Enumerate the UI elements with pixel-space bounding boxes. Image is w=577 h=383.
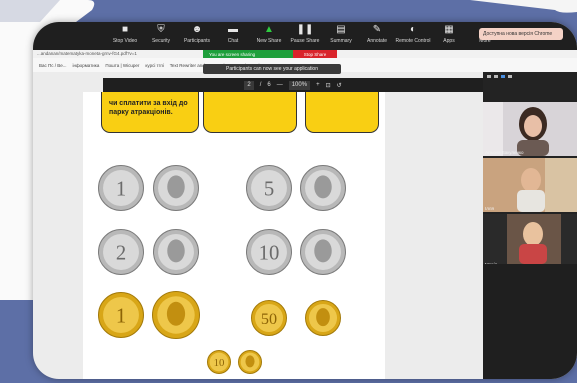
fit-page-icon[interactable]: ⊡	[326, 82, 331, 89]
coin-denomination: 1	[116, 178, 126, 200]
coin-reverse-image	[300, 229, 346, 275]
coin-obverse-image: 2	[98, 229, 144, 275]
mouse-icon: ◐	[409, 24, 417, 35]
participant-video	[483, 158, 577, 212]
toolbar-label: Chat	[227, 38, 239, 44]
bookmark-item[interactable]: Пошта | Wicuper	[105, 63, 139, 68]
toolbar-summary-button[interactable]: ▤ Summary	[323, 22, 359, 44]
toolbar-camera-button[interactable]: ■ Stop Video	[107, 22, 143, 44]
toolbar-label: Apps	[443, 38, 455, 44]
apps-icon: ▦	[444, 24, 454, 35]
coin-reverse-image	[300, 165, 346, 211]
address-bar[interactable]: ...andanan/matematyka-moneta-grnv-fG4.pd…	[33, 50, 207, 58]
page-separator: /	[259, 82, 262, 88]
task-card	[305, 92, 379, 133]
coin-denomination: 5	[264, 178, 274, 200]
toolbar-chat-button[interactable]: ▬ Chat	[215, 22, 251, 44]
pdf-page: чи сплатити за вхід до парку атракціонів…	[83, 92, 385, 379]
share-icon: ▲	[264, 24, 274, 35]
page-current[interactable]: 2	[244, 80, 254, 90]
coin-obverse-image: 10	[246, 229, 292, 275]
coin-obverse-image: 1	[98, 292, 144, 338]
coin-reverse-image	[152, 291, 200, 339]
toolbar-label: Stop Video	[112, 38, 138, 44]
shield-icon: ⛨	[157, 24, 165, 35]
toolbar-apps-button[interactable]: ▦ Apps	[431, 22, 467, 44]
participant-name: Альона Вакуленко	[485, 150, 524, 155]
people-icon: ☻	[191, 24, 203, 35]
participant-tile[interactable]: Марія	[483, 214, 577, 268]
toolbar-label: Annotate	[366, 38, 388, 44]
participants-gallery: Альона Вакуленко Ілля Марія	[483, 72, 577, 268]
toolbar-label: Remote Control	[395, 38, 431, 44]
task-card-text: чи сплатити за вхід до парку атракціонів…	[109, 100, 188, 116]
coin-denomination: 1	[116, 305, 126, 327]
grid-view-icon[interactable]	[494, 74, 498, 78]
screen-share-status: You are screen sharing	[203, 50, 297, 58]
toolbar-label: Summary	[330, 38, 352, 44]
task-card: чи сплатити за вхід до парку атракціонів…	[101, 92, 199, 133]
coin-obverse-image: 50	[251, 300, 287, 336]
share-notice-tooltip: Participants can now see your applicatio…	[203, 64, 341, 74]
minimize-icon[interactable]	[487, 74, 491, 78]
toolbar-pen-button[interactable]: ✎ Annotate	[359, 22, 395, 44]
fullscreen-icon[interactable]	[508, 74, 512, 78]
chat-icon: ▬	[228, 24, 238, 35]
summary-icon: ▤	[336, 24, 346, 35]
participant-tile[interactable]: Ілля	[483, 158, 577, 212]
toolbar-label: Pause Share	[290, 38, 320, 44]
pdf-toolbar: 2 / 6 — 100% + ⊡ ↺	[103, 78, 483, 92]
participant-tile[interactable]: Альона Вакуленко	[483, 102, 577, 156]
coin-obverse-image: 10	[207, 350, 231, 374]
task-card	[203, 92, 297, 133]
toolbar-mouse-button[interactable]: ◐ Remote Control	[395, 22, 431, 44]
toolbar-label: Security	[151, 38, 171, 44]
toolbar-share-button[interactable]: ▲ New Share	[251, 22, 287, 44]
zoom-level[interactable]: 100%	[288, 80, 311, 90]
bookmark-item[interactable]: курсі тгпі	[145, 63, 163, 68]
pen-icon: ✎	[372, 24, 382, 35]
bookmark-item[interactable]: Вас Пс / Ве...	[39, 63, 67, 68]
rotate-icon[interactable]: ↺	[337, 82, 342, 89]
participant-video	[483, 102, 577, 156]
coin-obverse-image: 1	[98, 165, 144, 211]
coin-reverse-image	[305, 300, 341, 336]
gallery-view-controls[interactable]	[483, 72, 577, 80]
coin-denomination: 10	[259, 242, 280, 264]
zoom-out-button[interactable]: —	[277, 82, 283, 88]
gallery-empty-area	[483, 264, 577, 379]
coin-denomination: 50	[261, 310, 277, 328]
page-total: 6	[267, 82, 271, 88]
coin-denomination: 10	[214, 357, 225, 369]
toolbar-people-button[interactable]: ☻ Participants	[179, 22, 215, 44]
chrome-update-notice[interactable]: Доступна нова версія Chrome	[479, 28, 563, 40]
screenshot-frame: ■ Stop Video ⛨ Security ☻ Participants ▬ Chat ▲ N…	[33, 22, 577, 379]
toolbar-label: Participants	[183, 38, 211, 44]
coin-reverse-image	[153, 165, 199, 211]
participant-name: Ілля	[485, 206, 494, 211]
coin-obverse-image: 5	[246, 165, 292, 211]
stop-share-button[interactable]: Stop Share	[293, 50, 337, 58]
speaker-view-icon[interactable]	[501, 74, 505, 78]
coin-reverse-image	[238, 350, 262, 374]
camera-icon: ■	[121, 24, 129, 35]
coin-denomination: 2	[116, 242, 126, 264]
coin-reverse-image	[153, 229, 199, 275]
browser-extensions-area	[337, 50, 577, 58]
toolbar-shield-button[interactable]: ⛨ Security	[143, 22, 179, 44]
bookmark-item[interactable]: інформатика	[73, 63, 100, 68]
pause-icon: ❚❚	[296, 24, 314, 35]
toolbar-pause-button[interactable]: ❚❚ Pause Share	[287, 22, 323, 44]
participant-video	[483, 214, 577, 264]
toolbar-label: New Share	[256, 38, 282, 44]
zoom-in-button[interactable]: +	[316, 82, 320, 88]
